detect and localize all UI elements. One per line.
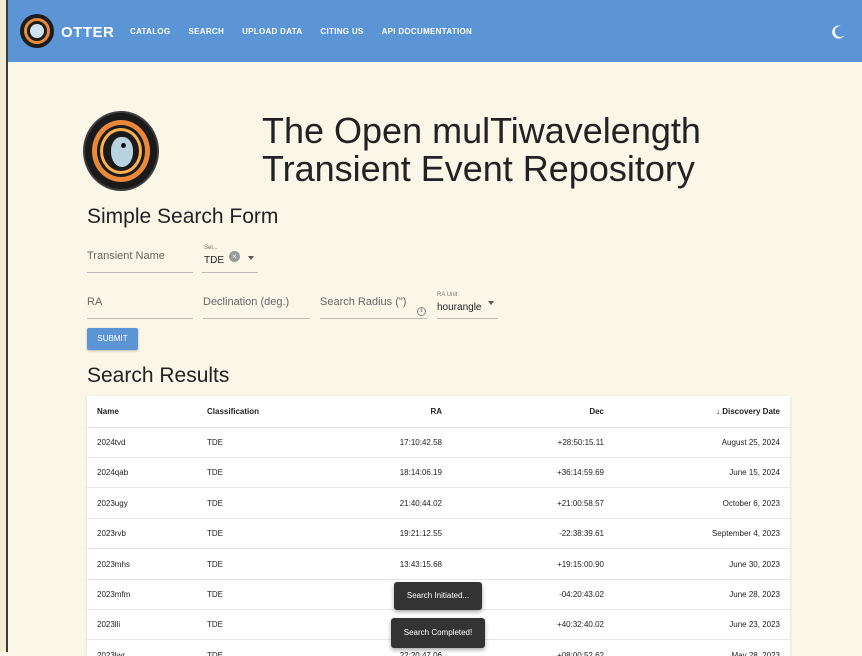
transient-name-input[interactable]: Transient Name	[87, 250, 165, 262]
cell-dec: +28:50:15.11	[557, 438, 604, 447]
ra-input[interactable]: RA	[87, 296, 102, 308]
cell-dec: +21:00:58.57	[557, 498, 604, 508]
cell-class: TDE	[207, 438, 223, 447]
classification-underline	[202, 272, 258, 273]
cell-date: June 15, 2024	[729, 468, 780, 478]
nav-catalog[interactable]: CATALOG	[130, 27, 170, 36]
cell-date: June 28, 2023	[729, 590, 780, 599]
table-row[interactable]: 2024qab TDE 18:14:06.19 +36:14:59.69 June 15…	[87, 457, 790, 489]
cell-dec: +36:14:59.69	[557, 468, 604, 478]
cell-name: 2023ugy	[97, 498, 128, 508]
nav-citing-us[interactable]: CITING US	[320, 27, 363, 36]
cell-dec: -04:20:43.02	[559, 590, 604, 599]
cell-ra: 18:14:06.19	[399, 468, 442, 478]
search-form-heading: Simple Search Form	[87, 205, 279, 228]
cell-class: TDE	[207, 590, 223, 599]
toast-search-initiated: Search Initiated...	[394, 582, 482, 610]
cell-ra: 13:43:15.68	[399, 559, 442, 569]
cell-date: June 23, 2023	[729, 620, 780, 630]
declination-input[interactable]: Declination (deg.)	[203, 296, 289, 308]
cell-date: August 25, 2024	[721, 438, 780, 447]
ra-unit-select[interactable]: hourangle	[437, 302, 481, 313]
classification-select[interactable]: TDE	[204, 255, 224, 266]
col-dec-header[interactable]: Dec	[589, 407, 604, 416]
cell-name: 2024tvd	[97, 438, 126, 447]
left-edge	[0, 0, 8, 652]
cell-dec: -22:38:39.61	[559, 529, 604, 539]
nav-upload-data[interactable]: UPLOAD DATA	[242, 27, 302, 36]
declination-underline	[203, 318, 310, 319]
cell-date: September 4, 2023	[711, 529, 780, 539]
cell-date: October 6, 2023	[722, 498, 780, 508]
submit-button[interactable]: SUBMIT	[87, 328, 138, 350]
table-row[interactable]: 2023ugy TDE 21:40:44.02 +21:00:58.57 October…	[87, 488, 790, 519]
col-name-header[interactable]: Name	[97, 407, 119, 416]
table-row[interactable]: 2023rvb TDE 19:21:12.55 -22:38:39.61 Septemb…	[87, 518, 790, 550]
col-discovery-date-header[interactable]: ↓ Discovery Date	[716, 407, 780, 416]
cell-dec: +40:32:40.02	[557, 620, 604, 630]
results-table: Name Classification RA Dec ↓ Discovery D…	[87, 396, 790, 656]
results-heading: Search Results	[87, 364, 230, 387]
cell-name: 2023mhs	[97, 559, 130, 569]
ra-underline	[87, 318, 193, 319]
col-ra-header[interactable]: RA	[430, 407, 442, 416]
ra-unit-label: RA Unit	[437, 292, 458, 298]
chevron-down-icon[interactable]	[248, 256, 254, 260]
cell-ra: 19:21:12.55	[399, 529, 442, 539]
brand-name[interactable]: OTTER	[61, 24, 114, 41]
classification-label: Sel...	[204, 245, 218, 251]
toast-search-completed: Search Completed!	[391, 618, 485, 648]
nav-search[interactable]: SEARCH	[188, 27, 224, 36]
transient-name-underline	[87, 272, 193, 273]
ra-unit-underline	[437, 318, 498, 319]
edge-line	[6, 0, 8, 652]
cell-date: June 30, 2023	[729, 559, 780, 569]
table-row[interactable]: 2024tvd TDE 17:10:42.58 +28:50:15.11 August …	[87, 427, 790, 458]
cell-ra: 21:40:44.02	[399, 498, 442, 508]
cell-class: TDE	[207, 529, 223, 539]
hero-title-line1: The Open mulTiwavelength	[262, 110, 701, 151]
nav-api-documentation[interactable]: API DOCUMENTATION	[382, 27, 473, 36]
clear-icon[interactable]: ×	[229, 251, 240, 262]
cell-class: TDE	[207, 559, 223, 569]
col-classification-header[interactable]: Classification	[207, 407, 259, 416]
cell-name: 2023mfm	[97, 590, 131, 599]
cell-class: TDE	[207, 620, 223, 630]
cell-name: 2024qab	[97, 468, 129, 478]
cell-ra: 17:10:42.58	[399, 438, 442, 447]
nav-menu: CATALOG SEARCH UPLOAD DATA CITING US API…	[130, 27, 472, 36]
table-row[interactable]: 2023mhs TDE 13:43:15.68 +19:15:00.90 June 30…	[87, 549, 790, 580]
cell-class: TDE	[207, 498, 223, 508]
search-radius-underline	[320, 318, 427, 319]
stepper-icon[interactable]: ⇕	[417, 307, 426, 316]
chevron-down-icon[interactable]	[488, 301, 494, 305]
hero-otter-logo	[85, 113, 157, 189]
cell-dec: +19:15:00.90	[557, 559, 604, 569]
cell-name: 2023lli	[97, 620, 121, 630]
otter-logo-icon[interactable]	[20, 14, 54, 48]
cell-class: TDE	[207, 468, 223, 478]
moon-icon[interactable]	[830, 24, 846, 40]
cell-name: 2023rvb	[97, 529, 126, 539]
top-nav-bar: OTTER CATALOG SEARCH UPLOAD DATA CITING …	[8, 0, 862, 62]
hero-title-line2: Transient Event Repository	[262, 148, 695, 189]
search-radius-input[interactable]: Search Radius (")	[320, 296, 406, 308]
table-header-row: Name Classification RA Dec ↓ Discovery D…	[87, 396, 790, 428]
hero-title: The Open mulTiwavelength Transient Event…	[262, 112, 782, 188]
